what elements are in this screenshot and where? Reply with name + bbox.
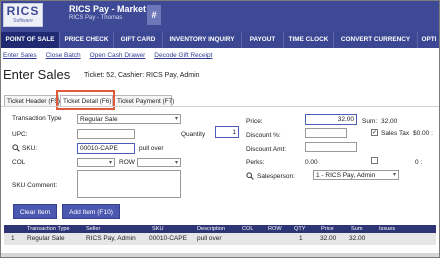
search-icon[interactable] [12,144,20,152]
upc-input[interactable] [77,129,135,139]
col-header-row: ROW [268,226,282,232]
col-header-description: Description [197,226,225,232]
sku-comment-textarea[interactable] [77,170,181,198]
col-header-transaction-type: Transaction Type [27,226,70,232]
col-select[interactable]: ▾ [77,158,115,167]
nav-payout[interactable]: PAYOUT [242,32,284,48]
col-header-seller: Seller [86,226,101,232]
logo-subtext: Software [13,18,33,24]
sales-tax-checkbox[interactable]: ✓ [371,129,378,136]
sum-label: Sum: [362,118,378,125]
transaction-type-select[interactable]: Regular Sale ▾ [77,114,181,124]
nav-inventory-inquiry[interactable]: INVENTORY INQUIRY [163,32,242,48]
main-nav: POINT OF SALE PRICE CHECK GIFT CARD INVE… [1,32,439,48]
salesperson-select[interactable]: 1 - RICS Pay, Admin ▾ [313,170,399,180]
store-name: RICS Pay - Market St [69,4,158,14]
col-header-issues: Issues [379,226,396,232]
upc-label: UPC: [12,131,28,138]
nav-point-of-sale[interactable]: POINT OF SALE [1,32,60,48]
col-header-col: COL [242,226,254,232]
user-name: RICS Pay - Thomas [69,15,123,21]
tab-ticket-payment[interactable]: Ticket Payment (F7) [114,95,174,106]
table-row[interactable]: 1 Regular Sale RICS Pay, Admin 00010-CAP… [4,233,436,245]
page-title: Enter Sales [3,67,71,82]
search-icon[interactable] [246,172,254,180]
app-header: RICS Software RICS Pay - Market St RICS … [1,1,439,32]
discount-pct-label: Discount %: [246,132,281,139]
link-open-cash-drawer[interactable]: Open Cash Drawer [90,52,146,59]
clear-item-button[interactable]: Clear Item [13,204,57,219]
col-header-qty: QTY [294,226,306,232]
row-sum: 32.00 [349,235,366,242]
sales-tax-amount: $0.00 : [413,130,433,137]
row-sku: 00010-CAPE [149,235,187,242]
transaction-type-value: Regular Sale [80,116,118,123]
perks-label: Perks: [246,159,265,166]
salesperson-label: Salesperson: [257,173,295,180]
quantity-label: Quantity [181,131,206,138]
col-label: COL [12,159,26,166]
discount-pct-input[interactable] [305,128,347,138]
ticket-info: Ticket: 52, Cashier: RICS Pay, Admin [84,72,200,79]
tab-ticket-header[interactable]: Ticket Header (F5) [4,95,60,106]
perks-extra: 0 : [415,159,423,166]
app-window: RICS Software RICS Pay - Market St RICS … [0,0,440,258]
sku-comment-label: SKU Comment: [12,182,58,189]
transaction-type-label: Transaction Type [12,115,62,122]
sku-label: SKU: [22,145,38,152]
col-header-sku: SKU [152,226,164,232]
row-index: 1 [11,235,15,242]
nav-options[interactable]: OPTI [418,32,439,48]
price-input[interactable]: 32.00 [305,114,357,125]
row-description: pull over [197,235,222,242]
col-header-sum: Sum [351,226,363,232]
perks-value: 0.00 [305,159,318,166]
sku-description: pull over [139,145,164,152]
col-header-price: Price [321,226,334,232]
discount-amt-input[interactable] [305,142,357,152]
row-qty: 1 [299,235,303,242]
link-decode-gift-receipt[interactable]: Decode Gift Receipt [154,52,212,59]
row-select[interactable]: ▾ [137,158,181,167]
hash-menu-icon[interactable]: # [147,5,161,25]
perks-checkbox[interactable] [371,157,378,164]
nav-gift-card[interactable]: GIFT CARD [114,32,163,48]
sku-input[interactable]: 00010-CAPE [77,143,135,154]
sales-tax-label: Sales Tax [381,130,410,137]
add-item-button[interactable]: Add Item (F10) [62,204,120,219]
row-price: 32.00 [320,235,337,242]
salesperson-value: 1 - RICS Pay, Admin [316,172,376,179]
horizontal-scrollbar[interactable] [1,253,439,257]
link-enter-sales[interactable]: Enter Sales [3,52,37,59]
items-table-header: Transaction Type Seller SKU Description … [4,225,436,233]
quantity-input[interactable]: 1 [215,126,239,138]
tab-divider [1,106,439,107]
price-label: Price: [246,118,263,125]
logo-text: RICS [6,4,40,18]
row-seller: RICS Pay, Admin [86,235,136,242]
rics-logo: RICS Software [3,3,43,27]
nav-price-check[interactable]: PRICE CHECK [60,32,114,48]
chevron-down-icon: ▾ [392,172,396,178]
tab-highlight [56,90,115,110]
nav-time-clock[interactable]: TIME CLOCK [284,32,334,48]
link-close-batch[interactable]: Close Batch [46,52,81,59]
chevron-down-icon: ▾ [174,160,178,166]
nav-convert-currency[interactable]: CONVERT CURRENCY [334,32,418,48]
sum-value: 32.00 [381,118,398,125]
row-transaction-type: Regular Sale [27,235,65,242]
discount-amt-label: Discount Amt: [246,146,287,153]
row-label: ROW [119,159,135,166]
chevron-down-icon: ▾ [174,116,178,122]
chevron-down-icon: ▾ [108,160,112,166]
sub-nav: Enter Sales Close Batch Open Cash Drawer… [3,52,212,59]
